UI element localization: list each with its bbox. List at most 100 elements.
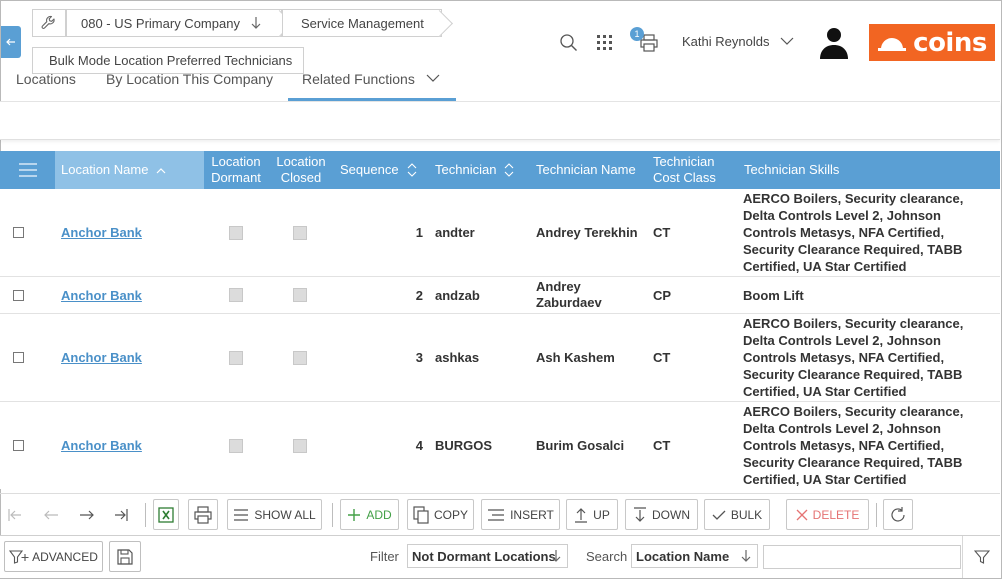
location-link[interactable]: Anchor Bank: [61, 350, 142, 365]
next-page-button[interactable]: [76, 499, 98, 530]
location-link[interactable]: Anchor Bank: [61, 288, 142, 303]
table-row[interactable]: Anchor Bank 2 andzab Andrey Zaburdaev CP…: [0, 277, 1000, 314]
cell-location: Anchor Bank: [61, 277, 142, 313]
sort-icon: [505, 163, 514, 177]
plus-icon: [348, 508, 361, 521]
arrow-up-icon: [575, 507, 588, 523]
location-link[interactable]: Anchor Bank: [61, 225, 142, 240]
cell-technician: andzab: [435, 287, 480, 303]
copy-button[interactable]: COPY: [407, 499, 474, 530]
tab-by-location-this-company[interactable]: By Location This Company: [106, 71, 273, 87]
breadcrumb-company-label: 080 - US Primary Company: [81, 15, 240, 31]
search-field-select[interactable]: Location Name: [631, 544, 758, 568]
column-header-technician-name[interactable]: Technician Name: [530, 151, 647, 189]
add-button[interactable]: ADD: [340, 499, 399, 530]
cell-location: Anchor Bank: [61, 314, 142, 401]
down-label: DOWN: [652, 507, 690, 522]
row-select-checkbox[interactable]: [13, 402, 24, 489]
print-button[interactable]: [188, 499, 218, 530]
first-page-button[interactable]: [4, 499, 26, 530]
column-header-location-dormant[interactable]: Location Dormant: [204, 151, 268, 189]
table-row[interactable]: Anchor Bank 3 ashkas Ash Kashem CT AERCO…: [0, 314, 1000, 402]
avatar[interactable]: [816, 24, 852, 60]
last-page-button[interactable]: [110, 499, 132, 530]
filter-band: [0, 102, 1000, 140]
row-select-checkbox[interactable]: [13, 189, 24, 276]
export-excel-button[interactable]: [153, 499, 179, 530]
cell-technician: andter: [435, 225, 475, 240]
table-row[interactable]: Anchor Bank 4 BURGOS Burim Gosalci CT AE…: [0, 402, 1000, 489]
chevron-down-icon[interactable]: [780, 36, 794, 46]
column-header-technician[interactable]: Technician: [429, 151, 530, 189]
breadcrumb-home[interactable]: [32, 9, 66, 37]
previous-page-button[interactable]: [40, 499, 62, 530]
delete-label: DELETE: [812, 507, 860, 522]
search-icon[interactable]: [559, 33, 579, 53]
save-icon: [117, 548, 133, 565]
show-all-button[interactable]: SHOW ALL: [227, 499, 322, 530]
filter-bar: ADVANCED Filter Not Dormant Locations Se…: [0, 535, 1000, 578]
filter-select[interactable]: Not Dormant Locations: [407, 544, 568, 568]
search-input[interactable]: [763, 545, 961, 569]
save-filter-button[interactable]: [109, 541, 141, 572]
cell-technician-name: Andrey Terekhin: [536, 224, 638, 240]
insert-row-icon: [488, 508, 505, 521]
breadcrumb-module[interactable]: Service Management: [282, 9, 442, 37]
search-label: Search: [586, 549, 628, 564]
location-link[interactable]: Anchor Bank: [61, 438, 142, 453]
cell-technician-name: Burim Gosalci: [536, 437, 625, 453]
cell-skills: AERCO Boilers, Security clearance, Delta…: [743, 404, 964, 487]
move-up-button[interactable]: UP: [566, 499, 618, 530]
location-dormant-checkbox: [229, 277, 243, 313]
insert-button[interactable]: INSERT: [481, 499, 560, 530]
filter-select-value: Not Dormant Locations: [412, 548, 556, 564]
row-select-checkbox[interactable]: [13, 314, 24, 401]
move-down-button[interactable]: DOWN: [625, 499, 698, 530]
arrow-down-icon: [251, 17, 261, 29]
tab-related-functions[interactable]: Related Functions: [302, 71, 415, 87]
first-page-icon: [8, 508, 21, 521]
advanced-filter-button[interactable]: ADVANCED: [4, 541, 103, 572]
arrow-down-icon: [741, 550, 751, 562]
hardhat-icon: [878, 37, 907, 51]
grid-toolbar: SHOW ALL ADD COPY INSERT UP DOWN BULK DE…: [0, 493, 1000, 533]
column-header-location-name[interactable]: Location Name: [55, 151, 204, 189]
delete-button[interactable]: DELETE: [786, 499, 869, 530]
column-header-label: Sequence: [340, 162, 399, 177]
row-select-checkbox[interactable]: [13, 277, 24, 313]
cell-sequence: 3: [415, 350, 423, 365]
column-menu-button[interactable]: [0, 151, 55, 189]
arrow-left-icon: [6, 38, 15, 46]
checkmark-icon: [712, 510, 726, 520]
column-header-location-closed[interactable]: Location Closed: [268, 151, 334, 189]
arrow-down-icon: [551, 550, 561, 562]
divider: [876, 503, 877, 527]
location-closed-checkbox: [293, 402, 307, 489]
app-grid-icon[interactable]: [597, 35, 613, 51]
column-header-technician-skills[interactable]: Technician Skills: [738, 151, 1000, 189]
excel-icon: [158, 506, 174, 523]
notification-badge: 1: [630, 27, 644, 41]
cell-sequence: 4: [415, 438, 423, 453]
column-header-sequence[interactable]: Sequence: [334, 151, 429, 189]
technicians-grid: Location Name Location Dormant Location …: [0, 151, 1000, 489]
column-header-label: Technician: [435, 162, 497, 177]
tab-locations[interactable]: Locations: [16, 71, 76, 87]
apply-filter-button[interactable]: [962, 536, 1000, 578]
chevron-down-icon[interactable]: [426, 73, 440, 83]
search-field-value: Location Name: [636, 548, 730, 564]
cell-skills: AERCO Boilers, Security clearance, Delta…: [743, 191, 964, 274]
refresh-button[interactable]: [883, 499, 913, 530]
cell-sequence: 2: [415, 287, 423, 303]
arrow-left-icon: [44, 510, 58, 519]
copy-icon: [413, 505, 429, 524]
column-header-technician-cost-class[interactable]: Technician Cost Class: [647, 151, 738, 189]
user-name[interactable]: Kathi Reynolds: [682, 34, 769, 49]
divider: [332, 503, 333, 527]
bulk-label: BULK: [730, 507, 763, 522]
back-button[interactable]: [1, 26, 21, 58]
list-menu-icon: [18, 163, 37, 177]
breadcrumb-company[interactable]: 080 - US Primary Company: [66, 9, 282, 37]
table-row[interactable]: Anchor Bank 1 andter Andrey Terekhin CT …: [0, 189, 1000, 277]
bulk-button[interactable]: BULK: [704, 499, 770, 530]
